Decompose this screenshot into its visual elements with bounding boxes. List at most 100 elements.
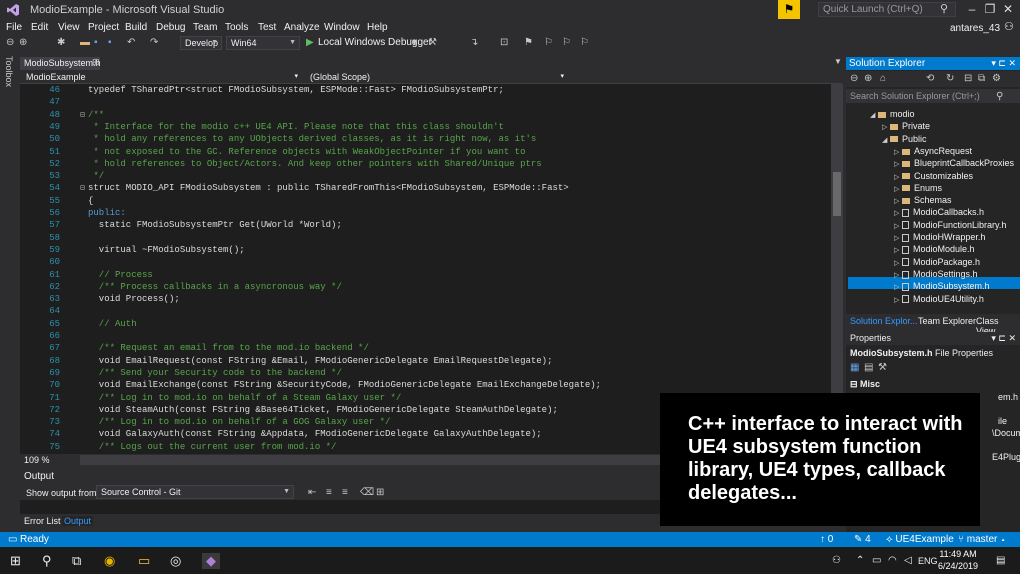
- tree-node[interactable]: ▷ ModioCallbacks.h: [894, 207, 984, 217]
- visual-studio-taskbar-icon[interactable]: ◆: [202, 553, 220, 569]
- tab-error-list[interactable]: Error List: [24, 516, 61, 526]
- expand-arrow-icon[interactable]: ▷: [894, 185, 902, 193]
- tab-modiosubsystem[interactable]: ModioSubsystem.h: [20, 57, 101, 70]
- code-line[interactable]: // Auth: [88, 319, 137, 329]
- menu-debug[interactable]: Debug: [156, 22, 185, 33]
- code-line[interactable]: void EmailExchange(const FString &Securi…: [88, 380, 601, 390]
- search-icon[interactable]: ⚲: [940, 2, 948, 15]
- menu-file[interactable]: File: [6, 22, 22, 33]
- language-indicator[interactable]: ENG: [918, 556, 938, 566]
- tree-node[interactable]: ▷ BlueprintCallbackProxies: [894, 158, 1014, 168]
- code-line[interactable]: * hold references to Object/Actors. And …: [88, 159, 541, 169]
- code-line[interactable]: /** Request an email from to the mod.io …: [88, 343, 369, 353]
- open-folder-icon[interactable]: ▬: [80, 37, 90, 48]
- run-dropdown-icon[interactable]: ▾: [412, 37, 417, 48]
- code-line[interactable]: {: [88, 196, 93, 206]
- expand-arrow-icon[interactable]: ▷: [894, 259, 902, 267]
- next-bookmark-icon[interactable]: ⚐: [562, 37, 571, 48]
- search-icon[interactable]: ⚲: [42, 553, 52, 569]
- code-line[interactable]: * Interface for the modio c++ UE4 API. P…: [88, 122, 503, 132]
- tree-node[interactable]: ▷ ModioUE4Utility.h: [894, 294, 984, 304]
- clock-date[interactable]: 6/24/2019: [936, 561, 980, 571]
- prev-bookmark-icon[interactable]: ⚐: [544, 37, 553, 48]
- code-line[interactable]: * hold any references to any UObjects de…: [88, 134, 536, 144]
- menu-edit[interactable]: Edit: [31, 22, 48, 33]
- tree-node[interactable]: ▷ Customizables: [894, 171, 973, 181]
- tree-node[interactable]: ◢ modio: [870, 109, 915, 119]
- menu-help[interactable]: Help: [367, 22, 388, 33]
- code-line[interactable]: // Process: [88, 270, 153, 280]
- unreal-engine-icon[interactable]: ◎: [170, 553, 181, 569]
- windows-start-icon[interactable]: ⊞: [10, 553, 21, 569]
- configuration-select[interactable]: Develop ▼: [180, 36, 222, 50]
- prev-message-icon[interactable]: ≡: [326, 487, 332, 498]
- wifi-icon[interactable]: ◠: [888, 555, 897, 566]
- code-line[interactable]: public:: [88, 208, 126, 218]
- clear-bookmarks-icon[interactable]: ⚐: [580, 37, 589, 48]
- tree-node[interactable]: ▷ Schemas: [894, 195, 952, 205]
- code-line[interactable]: /** Log in to mod.io on behalf of a GOG …: [88, 417, 391, 427]
- tab-solution-explorer[interactable]: Solution Explor...: [850, 316, 918, 326]
- save-all-icon[interactable]: ▪: [108, 37, 112, 48]
- account-icon[interactable]: ⚇: [1004, 20, 1014, 33]
- expand-arrow-icon[interactable]: ◢: [882, 136, 890, 144]
- expand-arrow-icon[interactable]: ▷: [894, 283, 902, 291]
- code-line[interactable]: */: [88, 171, 104, 181]
- expand-arrow-icon[interactable]: ▷: [894, 271, 902, 279]
- expand-arrow-icon[interactable]: ▷: [894, 160, 902, 168]
- code-line[interactable]: void Process();: [88, 294, 180, 304]
- start-debug-icon[interactable]: ▶: [306, 37, 314, 48]
- show-hidden-icon[interactable]: ⌃: [856, 555, 864, 566]
- feedback-flag-icon[interactable]: ⚑: [778, 0, 800, 19]
- expand-arrow-icon[interactable]: ◢: [870, 111, 878, 119]
- code-line[interactable]: * not exposed to the GC. Reference objec…: [88, 147, 525, 157]
- code-line[interactable]: /**: [88, 110, 104, 120]
- clock-time[interactable]: 11:49 AM: [936, 549, 980, 559]
- code-line[interactable]: static FModioSubsystemPtr Get(UWorld *Wo…: [88, 220, 342, 230]
- property-pages-icon[interactable]: ⚒: [878, 362, 887, 373]
- task-view-icon[interactable]: ⧉: [72, 553, 81, 569]
- tree-node[interactable]: ▷ Enums: [894, 183, 942, 193]
- code-line[interactable]: struct MODIO_API FModioSubsystem : publi…: [88, 183, 569, 193]
- tree-node[interactable]: ▷ ModioFunctionLibrary.h: [894, 220, 1006, 230]
- search-icon[interactable]: ⚲: [996, 91, 1003, 102]
- code-line[interactable]: void EmailRequest(const FString &Email, …: [88, 356, 553, 366]
- forward-icon[interactable]: ⊕: [864, 73, 872, 84]
- home-icon[interactable]: ⌂: [880, 73, 886, 84]
- bookmark-icon[interactable]: ⚑: [524, 37, 533, 48]
- back-icon[interactable]: ⊖: [850, 73, 858, 84]
- volume-icon[interactable]: ◁: [904, 555, 912, 566]
- code-line[interactable]: void SteamAuth(const FString &Base64Tick…: [88, 405, 558, 415]
- attach-icon[interactable]: ⚒: [428, 37, 437, 48]
- save-icon[interactable]: ▪: [94, 37, 98, 48]
- file-explorer-icon[interactable]: ▭: [138, 553, 150, 569]
- tree-node[interactable]: ▷ ModioHWrapper.h: [894, 232, 985, 242]
- solution-search-input[interactable]: Search Solution Explorer (Ctrl+;): [846, 89, 1020, 103]
- collapse-icon[interactable]: ⊟: [80, 110, 85, 119]
- categorized-icon[interactable]: ▦: [850, 362, 859, 373]
- new-project-icon[interactable]: ✱: [57, 37, 65, 48]
- menu-team[interactable]: Team: [193, 22, 217, 33]
- expand-arrow-icon[interactable]: ▷: [894, 209, 902, 217]
- find-message-icon[interactable]: ⇤: [308, 487, 316, 498]
- breakpoint-icon[interactable]: ⊡: [500, 37, 508, 48]
- expand-arrow-icon[interactable]: ▷: [882, 123, 890, 131]
- clear-all-icon[interactable]: ⌫: [360, 487, 374, 498]
- tree-node[interactable]: ▷ ModioPackage.h: [894, 257, 980, 267]
- tab-output[interactable]: Output: [62, 516, 94, 526]
- push-count[interactable]: ↑ 0: [820, 534, 833, 545]
- menu-project[interactable]: Project: [88, 22, 119, 33]
- expand-arrow-icon[interactable]: ▷: [894, 222, 902, 230]
- menu-view[interactable]: View: [58, 22, 80, 33]
- tree-node[interactable]: ▷ ModioSubsystem.h: [894, 281, 990, 291]
- expand-arrow-icon[interactable]: ▷: [894, 296, 902, 304]
- code-line[interactable]: typedef TSharedPtr<struct FModioSubsyste…: [88, 85, 504, 95]
- output-source-select[interactable]: Source Control - Git ▼: [96, 485, 294, 499]
- close-button[interactable]: ✕: [998, 2, 1018, 16]
- sync-icon[interactable]: ⟲: [926, 73, 934, 84]
- back-icon[interactable]: ⊖: [6, 37, 14, 48]
- properties-icon[interactable]: ⚙: [992, 73, 1001, 84]
- refresh-icon[interactable]: ↻: [946, 73, 954, 84]
- redo-icon[interactable]: ↷: [150, 37, 158, 48]
- code-line[interactable]: /** Process callbacks in a asyncronous w…: [88, 282, 342, 292]
